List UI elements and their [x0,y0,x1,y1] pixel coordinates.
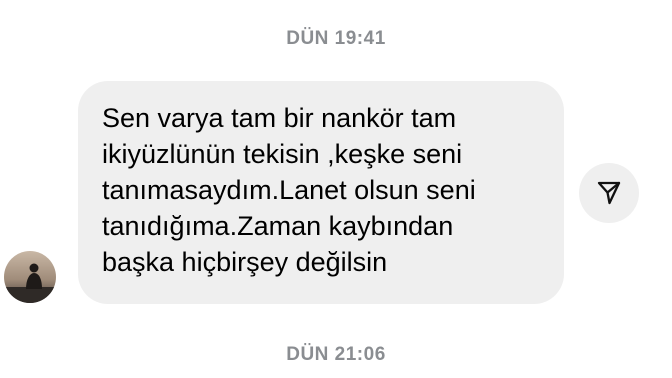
sender-avatar[interactable] [4,251,56,303]
message-text: Sen varya tam bir nankör tam ikiyüzlünün… [102,103,476,277]
avatar-photo [4,251,56,303]
message-bubble[interactable]: Sen varya tam bir nankör tam ikiyüzlünün… [78,81,564,304]
timestamp-header: DÜN 19:41 [286,28,386,49]
share-button[interactable] [579,163,639,223]
chat-thread: DÜN 19:41 Sen varya tam bir nankör tam i… [0,0,672,378]
timestamp-footer: DÜN 21:06 [286,344,386,365]
share-arrow-icon [597,181,621,205]
